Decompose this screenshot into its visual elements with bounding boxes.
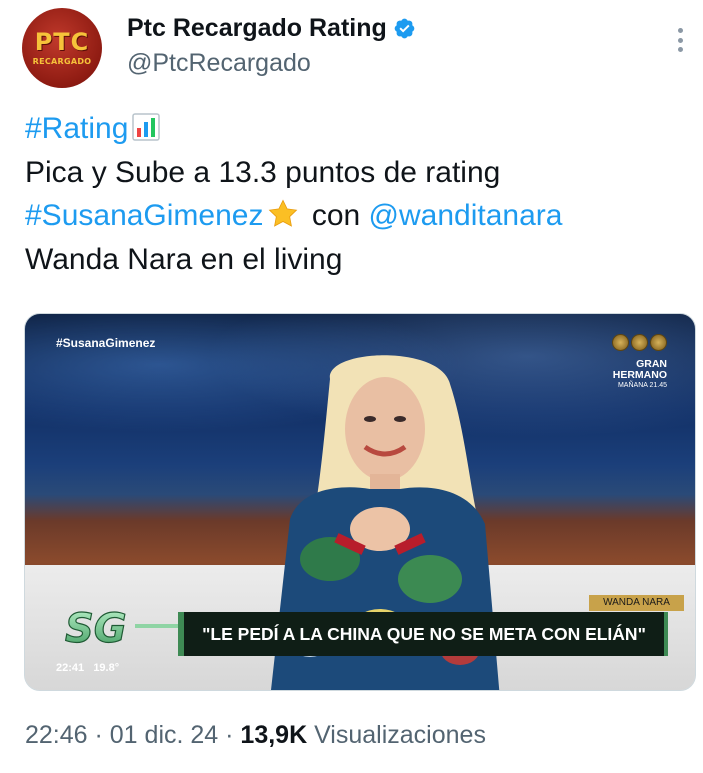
sg-logo-text: SG [65, 606, 127, 650]
tweet-line-2: Pica y Sube a 13.3 puntos de rating [25, 155, 501, 189]
meta-separator-2: · [218, 721, 241, 749]
tweet-media-image[interactable]: #SusanaGimenez GRAN HERMANO MAÑANA 21.45… [24, 313, 696, 691]
tweet-date[interactable]: 01 dic. 24 [110, 721, 218, 749]
mention-wanditanara-link[interactable]: @wanditanara [369, 199, 563, 232]
meta-separator-1: · [87, 721, 110, 749]
avatar[interactable]: PTC RECARGADO [22, 8, 102, 88]
star-emoji-icon [269, 199, 298, 227]
author-display-name[interactable]: Ptc Recargado Rating [127, 14, 387, 43]
broadcast-clock: 22:41 19.8° [56, 662, 119, 674]
avatar-logo-text: PTC [34, 28, 90, 56]
views-count: 13,9K [240, 721, 308, 749]
broadcast-hashtag-overlay: #SusanaGimenez [56, 336, 156, 350]
verified-badge-icon [394, 18, 415, 39]
tweet-line-3: #SusanaGimenez con @wanditanara [25, 194, 685, 238]
lower-third-name-tag: WANDA NARA [589, 595, 684, 611]
gh-line-3: MAÑANA 21.45 [617, 382, 667, 389]
author-name-row[interactable]: Ptc Recargado Rating [127, 14, 416, 43]
tweet-text: #Rating Pica y Sube a 13.3 puntos de rat… [25, 107, 685, 281]
hashtag-rating-link[interactable]: #Rating [25, 112, 128, 145]
tweet-time[interactable]: 22:46 [25, 721, 88, 749]
tweet-connector-text: con [303, 199, 369, 232]
avatar-logo-subtext: RECARGADO [32, 57, 92, 66]
tweet-line-4: Wanda Nara en el living [25, 242, 343, 276]
gran-hermano-eye-icon [612, 334, 667, 351]
author-handle[interactable]: @PtcRecargado [127, 49, 311, 78]
broadcast-temperature: 19.8° [93, 662, 120, 674]
views-label: Visualizaciones [307, 721, 486, 749]
gh-line-2: HERMANO [612, 369, 667, 381]
lower-third-quote: "LE PEDÍ A LA CHINA QUE NO SE META CON E… [178, 612, 668, 656]
broadcast-time: 22:41 [56, 662, 85, 674]
gran-hermano-promo: GRAN HERMANO MAÑANA 21.45 [607, 334, 667, 390]
bar-chart-emoji-icon [132, 113, 161, 141]
tweet-meta: 22:46 · 01 dic. 24 · 13,9K Visualizacion… [25, 721, 486, 750]
tweet-line-1: #Rating [25, 107, 685, 151]
hashtag-susanagimenez-link[interactable]: #SusanaGimenez [25, 199, 263, 232]
sg-show-logo: SG [64, 605, 191, 650]
more-options-icon[interactable] [670, 25, 690, 55]
